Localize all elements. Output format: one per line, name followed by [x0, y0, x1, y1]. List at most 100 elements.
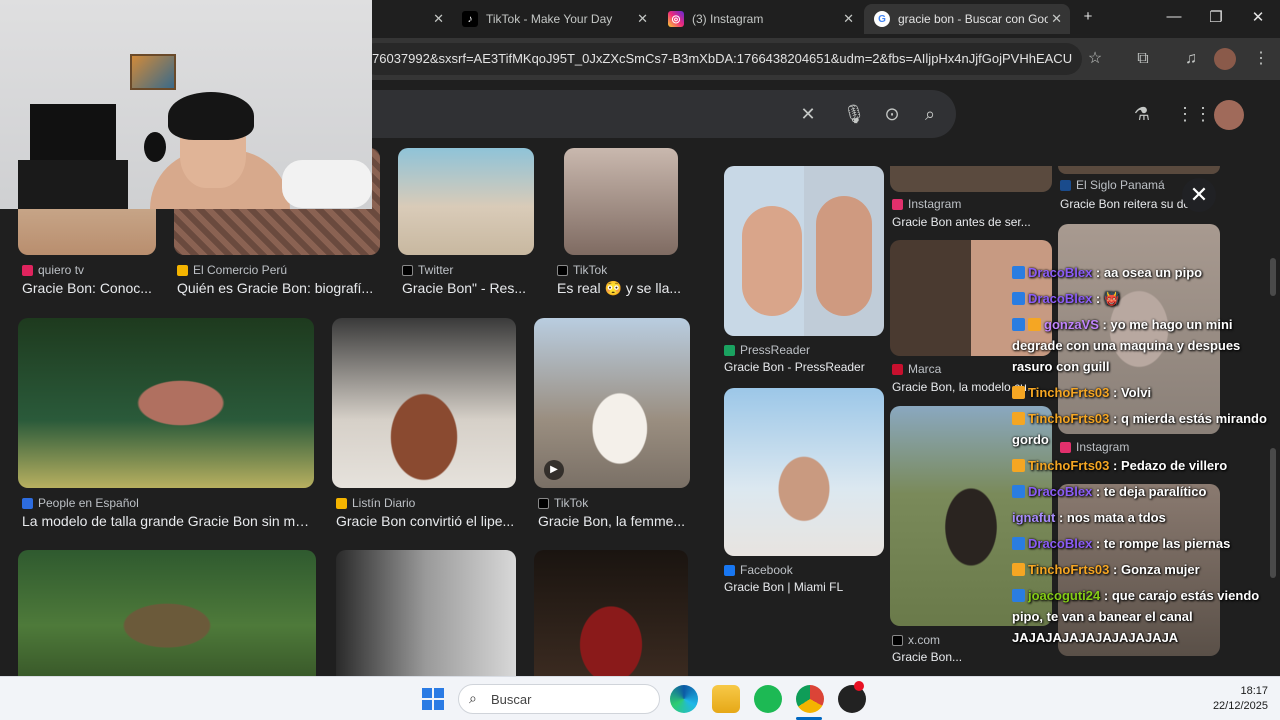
close-icon[interactable]: ✕: [433, 11, 444, 27]
clear-search-icon[interactable]: ✕: [796, 102, 820, 126]
chat-text: te deja paralítico: [1103, 484, 1207, 499]
taskbar-search[interactable]: ⌕ Buscar: [458, 684, 660, 714]
result-image[interactable]: [890, 166, 1052, 192]
account-avatar[interactable]: [1214, 100, 1244, 130]
chat-username: TinchoFrts03: [1028, 385, 1110, 400]
result-title[interactable]: Quién es Gracie Bon: biografí...: [177, 280, 377, 296]
media-control-icon[interactable]: ♫: [1180, 48, 1202, 70]
result-source[interactable]: quiero tv: [22, 263, 84, 277]
taskbar-search-placeholder: Buscar: [491, 692, 532, 707]
chat-badge-icon: [1012, 485, 1025, 498]
subscriber-badge-icon: [1012, 563, 1025, 576]
source-label: TikTok: [554, 496, 589, 510]
result-title[interactable]: Gracie Bon: Conoc...: [22, 280, 162, 296]
play-icon: ▶: [544, 460, 564, 480]
result-image[interactable]: [18, 550, 316, 676]
result-image[interactable]: [1058, 166, 1220, 174]
result-image[interactable]: [336, 550, 516, 676]
notification-badge: [854, 681, 864, 691]
close-icon[interactable]: ✕: [637, 11, 648, 27]
result-image[interactable]: [564, 148, 678, 255]
search-icon[interactable]: ⌕: [918, 102, 942, 126]
apps-grid-icon[interactable]: ⋮⋮: [1176, 102, 1212, 126]
bookmark-star-icon[interactable]: ☆: [1084, 48, 1106, 70]
edge-icon[interactable]: [670, 685, 698, 713]
result-image[interactable]: [724, 166, 884, 336]
address-bar[interactable]: 76037992&sxsrf=AE3TifMKqoJ95T_0JxZXcSmCs…: [360, 43, 1082, 75]
tiktok-icon: [557, 264, 568, 276]
lens-search-icon[interactable]: ⊙: [880, 102, 904, 126]
result-source[interactable]: Marca: [892, 362, 941, 376]
result-source[interactable]: Twitter: [402, 263, 453, 277]
result-title[interactable]: Gracie Bon - PressReader: [724, 360, 884, 374]
close-icon[interactable]: ✕: [1051, 11, 1062, 27]
tab-tiktok[interactable]: ♪ TikTok - Make Your Day ✕: [452, 4, 656, 34]
url-text: 76037992&sxsrf=AE3TifMKqoJ95T_0JxZXcSmCs…: [372, 51, 1072, 66]
source-label: Marca: [908, 362, 942, 376]
tab-1[interactable]: ✕: [372, 4, 452, 34]
facebook-icon: [724, 564, 735, 576]
result-source[interactable]: Listín Diario: [336, 496, 415, 510]
result-source[interactable]: Instagram: [892, 197, 961, 211]
close-window-button[interactable]: ✕: [1246, 8, 1270, 26]
chat-username: TinchoFrts03: [1028, 458, 1110, 473]
voice-search-icon[interactable]: 🎙: [842, 102, 866, 126]
result-title[interactable]: Gracie Bon convirtió el lipe...: [336, 513, 516, 529]
chrome-icon[interactable]: [796, 685, 824, 713]
tab-instagram[interactable]: ◎ (3) Instagram ✕: [658, 4, 862, 34]
subscriber-badge-icon: [1012, 386, 1025, 399]
result-title[interactable]: Es real 😳 y se lla...: [557, 280, 687, 297]
spotify-icon[interactable]: [754, 685, 782, 713]
file-explorer-icon[interactable]: [712, 685, 740, 713]
source-label: Listín Diario: [352, 496, 416, 510]
chat-message: TinchoFrts03 : q mierda estás mirando go…: [1012, 411, 1267, 447]
result-source[interactable]: x.com: [892, 633, 940, 647]
chat-username: joacoguti24: [1028, 588, 1101, 603]
result-image[interactable]: [724, 388, 884, 556]
result-source[interactable]: El Siglo Panamá: [1060, 178, 1165, 192]
subscriber-badge-icon: [1012, 459, 1025, 472]
photo-figure: [742, 206, 802, 316]
result-source[interactable]: PressReader: [724, 343, 810, 357]
stream-chat-overlay: DracoBlex : aa osea un pipo DracoBlex : …: [1012, 262, 1280, 653]
result-image[interactable]: [18, 318, 314, 488]
close-icon[interactable]: ✕: [843, 11, 854, 27]
result-source[interactable]: Facebook: [724, 563, 793, 577]
result-image[interactable]: [398, 148, 534, 255]
result-title[interactable]: Gracie Bon, la femme...: [538, 513, 686, 529]
result-title[interactable]: Gracie Bon | Miami FL: [724, 580, 884, 594]
chat-badge-icon: [1012, 589, 1025, 602]
search-box[interactable]: ✕ 🎙 ⊙ ⌕: [340, 90, 956, 138]
close-panel-button[interactable]: ✕: [1182, 178, 1216, 212]
tiktok-icon: ♪: [462, 11, 478, 27]
source-label: x.com: [908, 633, 941, 647]
app-icon[interactable]: [838, 681, 866, 713]
result-title[interactable]: Gracie Bon" - Res...: [402, 280, 537, 296]
result-title[interactable]: Gracie Bon antes de ser...: [892, 215, 1042, 229]
system-clock[interactable]: 18:17 22/12/2025: [1213, 684, 1268, 714]
minimize-button[interactable]: —: [1162, 8, 1186, 25]
tab-google-search[interactable]: G gracie bon - Buscar con Goo ✕: [864, 4, 1070, 34]
tv-shape: [30, 104, 116, 164]
result-source[interactable]: People en Español: [22, 496, 139, 510]
tab-label: gracie bon - Buscar con Goo: [898, 12, 1048, 26]
labs-flask-icon[interactable]: ⚗: [1130, 102, 1154, 126]
maximize-button[interactable]: ❐: [1204, 8, 1228, 26]
x-logo-icon: [402, 264, 413, 276]
windows-start-icon[interactable]: [422, 688, 444, 710]
chat-badge-icon: [1012, 537, 1025, 550]
menu-kebab-icon[interactable]: ⋮: [1250, 48, 1272, 70]
profile-avatar[interactable]: [1214, 48, 1236, 70]
extensions-icon[interactable]: ⧉: [1132, 48, 1154, 70]
source-label: Twitter: [418, 263, 454, 277]
new-tab-button[interactable]: +: [1076, 8, 1100, 25]
result-image[interactable]: [534, 550, 688, 676]
chat-message: TinchoFrts03 : Volvi: [1012, 382, 1280, 403]
result-image[interactable]: ▶: [534, 318, 690, 488]
result-source[interactable]: TikTok: [557, 263, 607, 277]
result-image[interactable]: [332, 318, 516, 488]
result-title[interactable]: La modelo de talla grande Gracie Bon sin…: [22, 513, 312, 529]
site-favicon-icon: [724, 344, 735, 356]
result-source[interactable]: TikTok: [538, 496, 588, 510]
result-source[interactable]: El Comercio Perú: [177, 263, 287, 277]
